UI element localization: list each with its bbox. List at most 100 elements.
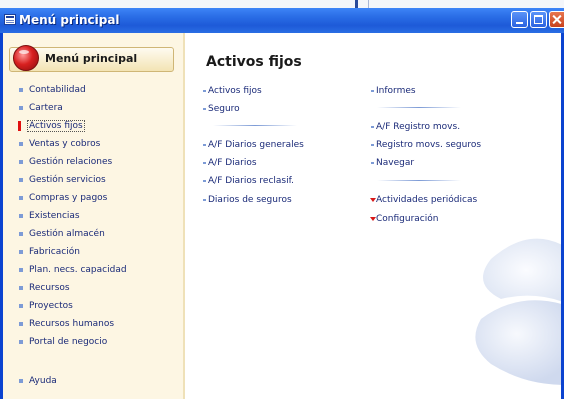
nav-item-label: Plan. necs. capacidad [29, 265, 127, 275]
nav-item-contabilidad[interactable]: Contabilidad [19, 83, 86, 97]
nav-item-label: Ventas y cobros [29, 139, 101, 149]
square-bullet-icon [371, 144, 374, 146]
triangle-down-icon [370, 217, 376, 221]
link-informes[interactable]: Informes [371, 85, 416, 98]
nav-item-gestion-relaciones[interactable]: Gestión relaciones [19, 155, 113, 169]
square-bullet-icon [19, 88, 23, 92]
link-label: A/F Registro movs. [376, 122, 461, 132]
square-bullet-icon [203, 108, 206, 110]
link-label: Diarios de seguros [208, 195, 292, 205]
link-label: Navegar [376, 158, 415, 168]
nav-item-activos-fijos[interactable]: Activos fijos [18, 119, 85, 133]
navigation-pane: Menú principal Contabilidad Cartera Acti… [3, 33, 185, 399]
link-label: Informes [376, 86, 416, 96]
nav-item-label: Existencias [29, 211, 80, 221]
link-af-registro-movs[interactable]: A/F Registro movs. [371, 121, 461, 134]
link-label: Configuración [376, 214, 439, 224]
nav-item-cartera[interactable]: Cartera [19, 101, 63, 115]
square-bullet-icon [19, 379, 23, 383]
nav-item-portal-negocio[interactable]: Portal de negocio [19, 335, 108, 349]
square-bullet-icon [19, 214, 23, 218]
nav-item-recursos-humanos[interactable]: Recursos humanos [19, 317, 115, 331]
link-label: A/F Diarios reclasif. [208, 176, 294, 186]
link-label: Seguro [208, 104, 240, 114]
background-divider [355, 0, 358, 8]
content-pane: Activos fijos Activos fijos Seguro A/F D… [185, 33, 561, 399]
separator [377, 107, 461, 108]
window-title: Menú principal [19, 13, 120, 27]
nav-item-recursos[interactable]: Recursos [19, 281, 70, 295]
square-bullet-icon [19, 142, 23, 146]
nav-item-proyectos[interactable]: Proyectos [19, 299, 73, 313]
nav-item-label: Gestión servicios [29, 175, 106, 185]
link-af-diarios-generales[interactable]: A/F Diarios generales [203, 139, 304, 152]
minimize-button[interactable] [511, 11, 528, 28]
square-bullet-icon [371, 90, 374, 92]
active-marker-icon [18, 121, 21, 131]
link-af-diarios[interactable]: A/F Diarios [203, 157, 257, 170]
square-bullet-icon [19, 160, 23, 164]
nav-item-label: Portal de negocio [29, 337, 108, 347]
square-bullet-icon [371, 126, 374, 128]
link-label: A/F Diarios [208, 158, 257, 168]
nav-item-gestion-servicios[interactable]: Gestión servicios [19, 173, 106, 187]
nav-item-compras-pagos[interactable]: Compras y pagos [19, 191, 108, 205]
link-label: A/F Diarios generales [208, 140, 304, 150]
link-navegar[interactable]: Navegar [371, 157, 415, 170]
link-activos-fijos[interactable]: Activos fijos [203, 85, 262, 98]
nav-item-existencias[interactable]: Existencias [19, 209, 80, 223]
square-bullet-icon [203, 90, 206, 92]
link-af-diarios-reclasif[interactable]: A/F Diarios reclasif. [203, 175, 294, 188]
nav-item-label: Recursos [29, 283, 70, 293]
submenu-configuracion[interactable]: Configuración [370, 213, 439, 226]
square-bullet-icon [19, 340, 23, 344]
close-button[interactable] [549, 11, 564, 28]
square-bullet-icon [19, 232, 23, 236]
background-divider-thin [368, 0, 369, 8]
square-bullet-icon [203, 199, 206, 201]
square-bullet-icon [19, 322, 23, 326]
square-bullet-icon [203, 162, 206, 164]
nav-item-label: Compras y pagos [29, 193, 108, 203]
decorative-watermark [475, 238, 561, 385]
nav-item-label: Proyectos [29, 301, 73, 311]
nav-item-label: Gestión relaciones [29, 157, 113, 167]
window-menu-icon[interactable] [4, 14, 16, 25]
link-label: Registro movs. seguros [376, 140, 482, 150]
separator [213, 125, 297, 126]
link-registro-movs-seguros[interactable]: Registro movs. seguros [371, 139, 482, 152]
submenu-actividades-periodicas[interactable]: Actividades periódicas [370, 194, 478, 207]
navigation-header-title: Menú principal [45, 52, 138, 65]
page-title: Activos fijos [206, 54, 302, 70]
square-bullet-icon [19, 304, 23, 308]
background-window-strip [0, 0, 564, 8]
square-bullet-icon [203, 180, 206, 182]
triangle-down-icon [370, 198, 376, 202]
nav-item-ayuda[interactable]: Ayuda [19, 374, 57, 388]
square-bullet-icon [19, 196, 23, 200]
link-seguro[interactable]: Seguro [203, 103, 240, 116]
link-diarios-seguros[interactable]: Diarios de seguros [203, 194, 292, 207]
separator [377, 180, 461, 181]
square-bullet-icon [19, 250, 23, 254]
square-bullet-icon [19, 178, 23, 182]
nav-item-label: Gestión almacén [29, 229, 105, 239]
square-bullet-icon [19, 286, 23, 290]
maximize-button[interactable] [530, 11, 547, 28]
nav-item-label: Cartera [29, 103, 63, 113]
nav-item-ventas-cobros[interactable]: Ventas y cobros [19, 137, 101, 151]
square-bullet-icon [19, 268, 23, 272]
square-bullet-icon [19, 106, 23, 110]
nav-item-gestion-almacen[interactable]: Gestión almacén [19, 227, 105, 241]
nav-item-plan-necs-capacidad[interactable]: Plan. necs. capacidad [19, 263, 127, 277]
link-label: Activos fijos [208, 86, 262, 96]
nav-item-label: Recursos humanos [29, 319, 115, 329]
red-sphere-logo-icon [13, 45, 39, 71]
link-label: Actividades periódicas [376, 195, 478, 205]
nav-item-label: Fabricación [29, 247, 80, 257]
nav-item-fabricacion[interactable]: Fabricación [19, 245, 80, 259]
nav-item-label: Contabilidad [29, 85, 86, 95]
nav-item-label: Ayuda [29, 376, 57, 386]
title-bar[interactable]: Menú principal [0, 8, 564, 33]
square-bullet-icon [203, 144, 206, 146]
